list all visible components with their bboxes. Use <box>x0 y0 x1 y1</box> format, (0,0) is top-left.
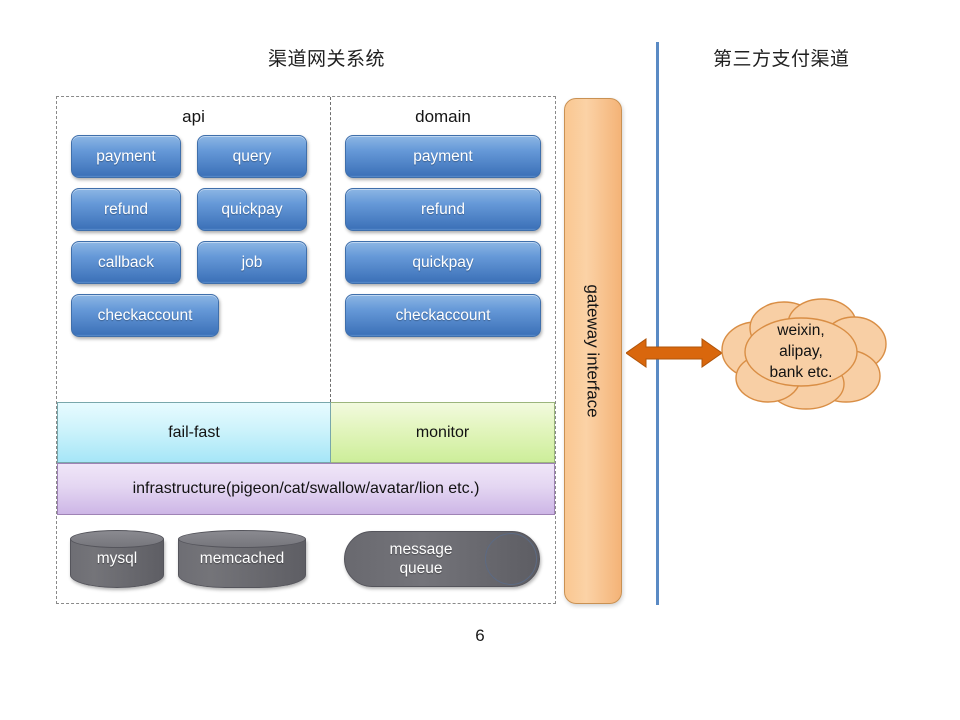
api-chip-list: payment query refund quickpay callback j… <box>57 135 330 337</box>
page-title-left: 渠道网关系统 <box>268 49 386 70</box>
message-queue-label: message queue <box>345 540 497 578</box>
api-chip-row: refund quickpay <box>71 188 316 231</box>
storage-layer: mysql memcached message queue <box>57 515 555 603</box>
domain-column-title: domain <box>415 107 471 126</box>
domain-column: domain payment refund quickpay checkacco… <box>331 97 555 402</box>
monitor-panel[interactable]: monitor <box>331 402 555 463</box>
cylinder-top-icon <box>178 530 306 548</box>
api-module-checkaccount[interactable]: checkaccount <box>71 294 219 337</box>
infrastructure-label: infrastructure(pigeon/cat/swallow/avatar… <box>132 480 480 497</box>
api-module-callback[interactable]: callback <box>71 241 181 284</box>
domain-module-quickpay[interactable]: quickpay <box>345 241 541 284</box>
api-chip-row: callback job <box>71 241 316 284</box>
infrastructure-panel[interactable]: infrastructure(pigeon/cat/swallow/avatar… <box>57 463 555 515</box>
message-queue-line2: queue <box>399 560 443 577</box>
message-queue[interactable]: message queue <box>344 531 540 587</box>
domain-module-refund[interactable]: refund <box>345 188 541 231</box>
gateway-interface-bar[interactable]: gateway interface <box>564 98 622 604</box>
fail-fast-panel[interactable]: fail-fast <box>57 402 331 463</box>
cylinder-top-icon <box>70 530 164 548</box>
api-module-quickpay[interactable]: quickpay <box>197 188 307 231</box>
modules-layer: api payment query refund quickpay callba… <box>57 97 555 402</box>
memcached-label: memcached <box>199 550 285 567</box>
page-title-right: 第三方支付渠道 <box>713 49 850 70</box>
domain-chip-row: payment <box>345 135 541 178</box>
api-chip-row: payment query <box>71 135 316 178</box>
crosscutting-layer: fail-fast monitor <box>57 402 555 463</box>
page-number: 6 <box>475 626 485 645</box>
domain-module-payment[interactable]: payment <box>345 135 541 178</box>
cache-memcached[interactable]: memcached <box>178 530 306 588</box>
api-chip-row: checkaccount <box>71 294 316 337</box>
api-module-refund[interactable]: refund <box>71 188 181 231</box>
mysql-label: mysql <box>96 550 138 567</box>
api-module-payment[interactable]: payment <box>71 135 181 178</box>
bidirectional-arrow-icon <box>625 336 723 370</box>
third-party-channel-cloud: weixin, alipay, bank etc. <box>712 296 890 410</box>
domain-chip-row: refund <box>345 188 541 231</box>
api-column: api payment query refund quickpay callba… <box>57 97 331 402</box>
domain-chip-row: checkaccount <box>345 294 541 337</box>
domain-module-checkaccount[interactable]: checkaccount <box>345 294 541 337</box>
api-module-query[interactable]: query <box>197 135 307 178</box>
api-module-job[interactable]: job <box>197 241 307 284</box>
domain-chip-list: payment refund quickpay checkaccount <box>331 135 555 337</box>
system-boundary-divider <box>656 42 659 605</box>
database-mysql[interactable]: mysql <box>70 530 164 588</box>
domain-chip-row: quickpay <box>345 241 541 284</box>
gateway-interface-label: gateway interface <box>584 284 603 418</box>
api-column-title: api <box>182 107 205 126</box>
channel-gateway-system-box: api payment query refund quickpay callba… <box>56 96 556 604</box>
message-queue-line1: message <box>389 541 453 558</box>
slide-canvas: 渠道网关系统 第三方支付渠道 api payment query refund … <box>0 0 960 720</box>
